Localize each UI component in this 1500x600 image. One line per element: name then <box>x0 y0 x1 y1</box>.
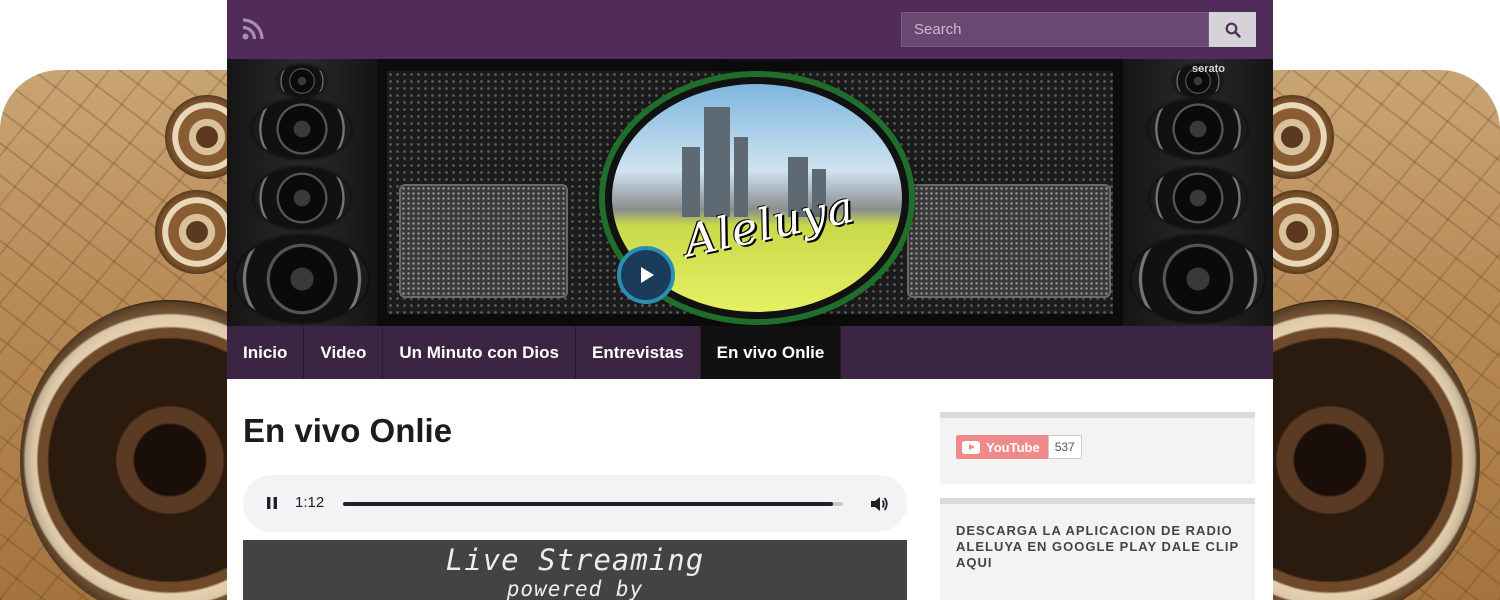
pause-icon[interactable] <box>265 496 279 510</box>
speaker-graphic <box>254 167 350 229</box>
site-container: Aleluya serato Inicio Video Un Minuto co… <box>227 0 1273 600</box>
speaker-graphic <box>1149 99 1247 159</box>
stream-subtitle: powered by <box>506 577 644 600</box>
rss-icon[interactable] <box>241 17 265 41</box>
nav-item-un-minuto-con-dios[interactable]: Un Minuto con Dios <box>383 326 576 379</box>
nav-item-en-vivo-onlie[interactable]: En vivo Onlie <box>700 326 842 379</box>
playback-time: 1:12 <box>295 494 325 511</box>
speaker-graphic <box>278 65 326 97</box>
youtube-label: YouTube <box>986 439 1040 455</box>
banner-speaker-stack-left <box>227 59 377 326</box>
search-form <box>901 12 1256 47</box>
top-bar <box>227 0 1273 59</box>
progress-slider[interactable] <box>343 502 843 506</box>
speaker-graphic <box>236 235 368 323</box>
main-navigation: Inicio Video Un Minuto con Dios Entrevis… <box>227 326 1273 379</box>
search-icon <box>1225 22 1241 38</box>
boombox-graphic <box>399 184 568 298</box>
subscriber-count: 537 <box>1047 435 1082 459</box>
youtube-subscribe-button[interactable]: YouTube <box>956 435 1048 459</box>
right-speaker-decoration <box>1260 70 1500 600</box>
youtube-widget: YouTube 537 <box>940 412 1255 484</box>
brand-mark: serato <box>1191 63 1225 75</box>
speaker-graphic <box>253 99 351 159</box>
boombox-graphic <box>907 184 1111 298</box>
search-button[interactable] <box>1209 12 1256 47</box>
header-banner[interactable]: Aleluya serato <box>227 59 1273 326</box>
youtube-icon <box>962 440 980 454</box>
app-download-widget: DESCARGA LA APLICACION DE RADIO ALELUYA … <box>940 498 1255 600</box>
volume-icon[interactable] <box>868 493 890 515</box>
content-area: En vivo Onlie 1:12 Live Streaming powere… <box>227 379 1273 600</box>
nav-item-entrevistas[interactable]: Entrevistas <box>576 326 701 379</box>
stream-title: Live Streaming <box>445 543 705 577</box>
woofer-graphic <box>20 300 240 600</box>
page-title: En vivo Onlie <box>243 412 453 449</box>
nav-item-inicio[interactable]: Inicio <box>227 326 305 379</box>
banner-play-button[interactable] <box>617 246 675 304</box>
play-icon <box>641 267 654 283</box>
left-speaker-decoration <box>0 70 240 600</box>
app-download-link[interactable]: DESCARGA LA APLICACION DE RADIO ALELUYA … <box>956 523 1239 571</box>
banner-speaker-stack-right <box>1123 59 1273 326</box>
woofer-graphic <box>1260 300 1480 600</box>
nav-item-video[interactable]: Video <box>304 326 384 379</box>
progress-fill <box>343 502 833 506</box>
speaker-graphic <box>1150 167 1246 229</box>
youtube-subscribe: YouTube 537 <box>956 435 1082 459</box>
audio-player: 1:12 <box>243 475 907 532</box>
speaker-graphic <box>1132 235 1264 323</box>
search-input[interactable] <box>901 12 1209 47</box>
live-streaming-banner[interactable]: Live Streaming powered by <box>243 540 907 600</box>
